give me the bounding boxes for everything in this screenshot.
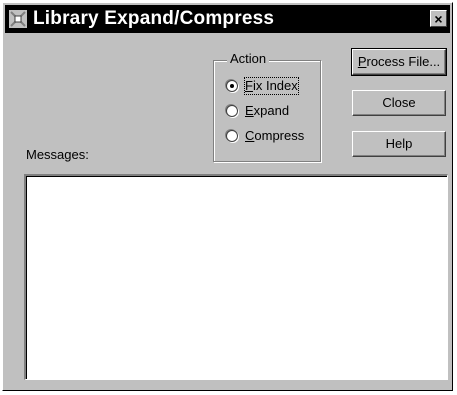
close-icon: × (434, 11, 443, 27)
radio-compress-label[interactable]: Compress (245, 128, 304, 144)
title-bar[interactable]: Library Expand/Compress × (5, 5, 450, 33)
radio-fix-index-label[interactable]: Fix Index (244, 77, 299, 95)
radio-expand-indicator[interactable] (226, 105, 238, 117)
process-file-button[interactable]: Process File... (351, 48, 447, 76)
radio-expand[interactable]: Expand (226, 102, 289, 120)
radio-expand-label[interactable]: Expand (245, 103, 289, 119)
close-button[interactable]: Close (352, 90, 446, 116)
radio-compress-indicator[interactable] (226, 130, 238, 142)
library-icon (9, 10, 27, 28)
radio-fix-index[interactable]: Fix Index (226, 77, 299, 95)
help-button[interactable]: Help (352, 131, 446, 157)
messages-label: Messages: (26, 147, 89, 162)
messages-textarea[interactable] (24, 174, 448, 380)
close-window-button[interactable]: × (430, 10, 447, 27)
radio-compress[interactable]: Compress (226, 127, 304, 145)
radio-fix-index-indicator[interactable] (226, 80, 238, 92)
window-title: Library Expand/Compress (33, 8, 275, 29)
action-group-legend: Action (227, 50, 270, 68)
